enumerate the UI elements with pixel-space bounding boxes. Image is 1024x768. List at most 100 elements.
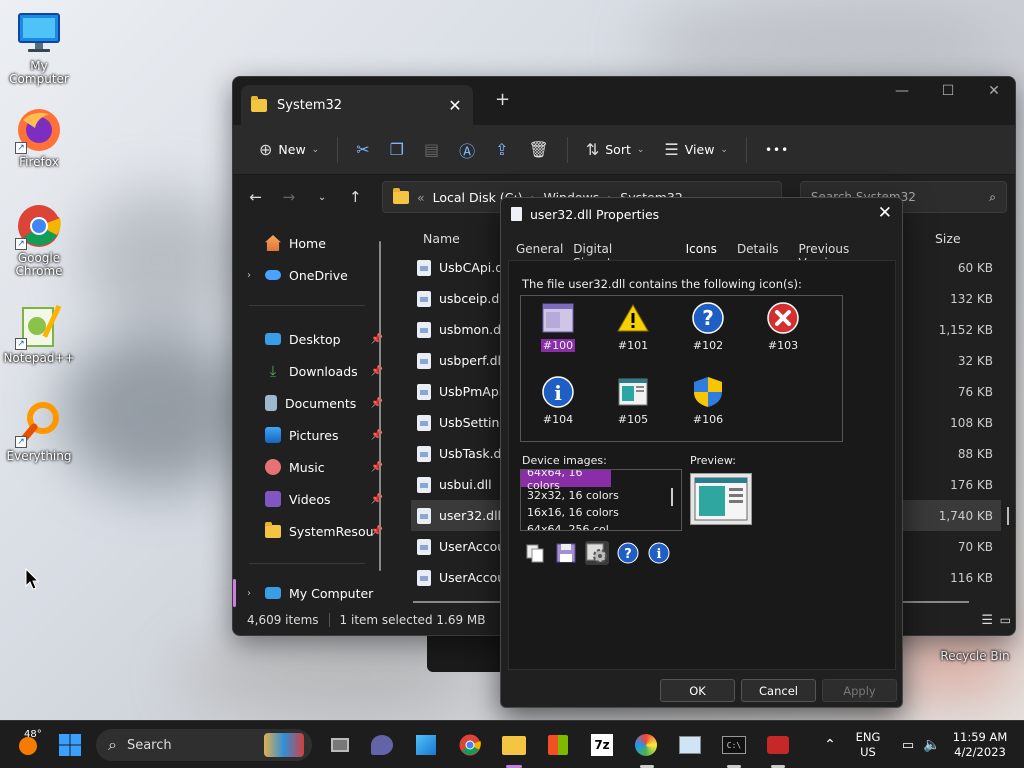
7zip-button[interactable]: 7z [588, 731, 616, 759]
up-button[interactable]: ↑ [341, 188, 370, 206]
chevron-right-icon[interactable]: › [247, 270, 257, 281]
sidebar-item-my-computer[interactable]: › My Computer [247, 579, 383, 607]
sidebar-scrollbar[interactable] [379, 241, 381, 571]
more-options-button[interactable]: ••• [755, 134, 799, 166]
icon-cell[interactable]: ? #102 [678, 302, 738, 352]
tab-details[interactable]: Details [732, 242, 784, 262]
recent-locations-button[interactable]: ⌄ [307, 192, 336, 203]
vertical-scrollbar[interactable] [1007, 507, 1009, 525]
volume-icon[interactable]: 🔈 [918, 731, 946, 759]
maximize-button[interactable]: ☐ [925, 83, 971, 99]
command-bar: ⊕ New ⌄ ✂ ❐ ▤ Ⓐ ⇪ 🗑 ⇅ Sort ⌄ ☰ View ⌄ ••… [233, 125, 1015, 175]
list-item[interactable]: 64x64, 256 col [521, 521, 681, 530]
pin-icon[interactable]: 📌 [371, 398, 383, 409]
icon-cell[interactable]: i #104 [528, 376, 588, 426]
apply-button[interactable]: Apply [822, 679, 897, 702]
chrome-taskbar-button[interactable] [456, 731, 484, 759]
pin-icon[interactable]: 📌 [371, 366, 383, 377]
pin-icon[interactable]: 📌 [371, 526, 383, 537]
close-tab-icon[interactable]: ✕ [445, 96, 465, 115]
about-button[interactable]: i [647, 541, 671, 565]
cloud-icon [265, 270, 281, 280]
close-window-button[interactable]: ✕ [971, 83, 1015, 99]
delete-button[interactable]: 🗑 [519, 134, 559, 166]
view-button[interactable]: ☰ View ⌄ [654, 134, 738, 166]
paste-button[interactable]: ▤ [414, 134, 449, 166]
pin-icon[interactable]: 📌 [371, 462, 383, 473]
pin-icon[interactable]: 📌 [371, 494, 383, 505]
details-view-icon[interactable]: ☰ [981, 613, 993, 628]
pin-icon[interactable]: 📌 [371, 430, 383, 441]
task-view-button[interactable] [326, 731, 354, 759]
help-button[interactable]: ? [616, 541, 640, 565]
sidebar-item-pictures[interactable]: Pictures 📌 [247, 421, 383, 449]
new-button[interactable]: ⊕ New ⌄ [249, 134, 329, 166]
tiles-view-icon[interactable]: ▭ [1000, 613, 1011, 627]
chevron-right-icon[interactable]: › [247, 588, 257, 599]
show-hidden-icons-button[interactable]: ⌃ [816, 731, 844, 759]
desktop-icon-notepadpp[interactable]: ↗ Notepad++ [0, 302, 78, 365]
back-button[interactable]: ← [241, 188, 270, 206]
tab-digital-signatures[interactable]: Digital Signatures [568, 242, 678, 270]
sidebar-item-music[interactable]: Music 📌 [247, 453, 383, 481]
share-button[interactable]: ⇪ [485, 134, 518, 166]
sidebar-item-downloads[interactable]: ⤓ Downloads 📌 [247, 357, 383, 385]
copy-button[interactable]: ❐ [380, 134, 414, 166]
list-item[interactable]: 16x16, 16 colors [521, 504, 681, 521]
cmd-button[interactable]: C:\ [720, 731, 748, 759]
icon-cell[interactable]: #103 [753, 302, 813, 352]
resource-monitor-button[interactable] [676, 731, 704, 759]
sidebar-item-documents[interactable]: Documents 📌 [247, 389, 383, 417]
file-size: 1,740 KB [938, 508, 993, 523]
desktop-icon-my-computer[interactable]: My Computer [0, 10, 78, 86]
sidebar-item-desktop[interactable]: Desktop 📌 [247, 325, 383, 353]
minimize-button[interactable]: — [879, 83, 925, 99]
rename-button[interactable]: Ⓐ [449, 134, 485, 166]
list-scrollbar[interactable] [671, 488, 673, 506]
sidebar-item-videos[interactable]: Videos 📌 [247, 485, 383, 513]
cancel-button[interactable]: Cancel [741, 679, 816, 702]
cut-button[interactable]: ✂ [346, 134, 379, 166]
widgets-button[interactable] [412, 731, 440, 759]
pin-icon[interactable]: 📌 [371, 334, 383, 345]
sidebar-item-onedrive[interactable]: › OneDrive [247, 261, 383, 289]
ok-button[interactable]: OK [660, 679, 735, 702]
device-images-list[interactable]: 64x64, 16 colors 32x32, 16 colors 16x16,… [520, 469, 682, 531]
file-explorer-taskbar-button[interactable] [500, 731, 528, 759]
taskbar-search[interactable]: ⌕ Search [96, 729, 312, 761]
icon-cell[interactable]: #106 [678, 376, 738, 426]
close-dialog-button[interactable]: ✕ [878, 203, 892, 223]
paint-button[interactable] [632, 731, 660, 759]
list-item[interactable]: 64x64, 16 colors [521, 470, 611, 492]
sidebar-item-systemresou[interactable]: SystemResou 📌 [247, 517, 383, 545]
tab-system32[interactable]: System32 ✕ [241, 85, 473, 125]
tab-general[interactable]: General [511, 242, 568, 262]
sort-button[interactable]: ⇅ Sort ⌄ [576, 134, 655, 166]
clock[interactable]: 11:59 AM 4/2/2023 [946, 730, 1014, 760]
sidebar-item-label: Desktop [289, 331, 341, 347]
desktop-icon-everything[interactable]: ↗ Everything [0, 400, 78, 463]
teams-chat-button[interactable] [368, 731, 396, 759]
icon-cell[interactable]: #100 [528, 302, 588, 352]
store-button[interactable] [544, 731, 572, 759]
tab-icons[interactable]: Icons [681, 242, 722, 262]
tab-previous-versions[interactable]: Previous Versions [794, 242, 902, 270]
column-header-name[interactable]: Name [423, 231, 460, 246]
new-tab-button[interactable]: + [495, 89, 510, 110]
sidebar-item-home[interactable]: Home [247, 229, 383, 257]
desktop-icon-firefox[interactable]: ↗ Firefox [0, 106, 78, 169]
column-header-size[interactable]: Size [935, 231, 961, 246]
weather-widget[interactable]: 48° [8, 729, 48, 759]
dll-file-icon [417, 569, 431, 586]
save-icon-button[interactable] [554, 541, 578, 565]
copy-icon-button[interactable] [523, 541, 547, 565]
icon-cell[interactable]: #105 [603, 376, 663, 426]
forward-button[interactable]: → [274, 188, 303, 206]
toolbox-button[interactable] [764, 731, 792, 759]
start-button[interactable] [56, 731, 84, 759]
settings-icon-button[interactable] [585, 541, 609, 565]
list-item[interactable]: 32x32, 16 colors [521, 487, 681, 504]
icon-cell[interactable]: #101 [603, 302, 663, 352]
language-indicator[interactable]: ENG US [850, 730, 886, 760]
desktop-icon-chrome[interactable]: ↗ Google Chrome [0, 202, 78, 278]
